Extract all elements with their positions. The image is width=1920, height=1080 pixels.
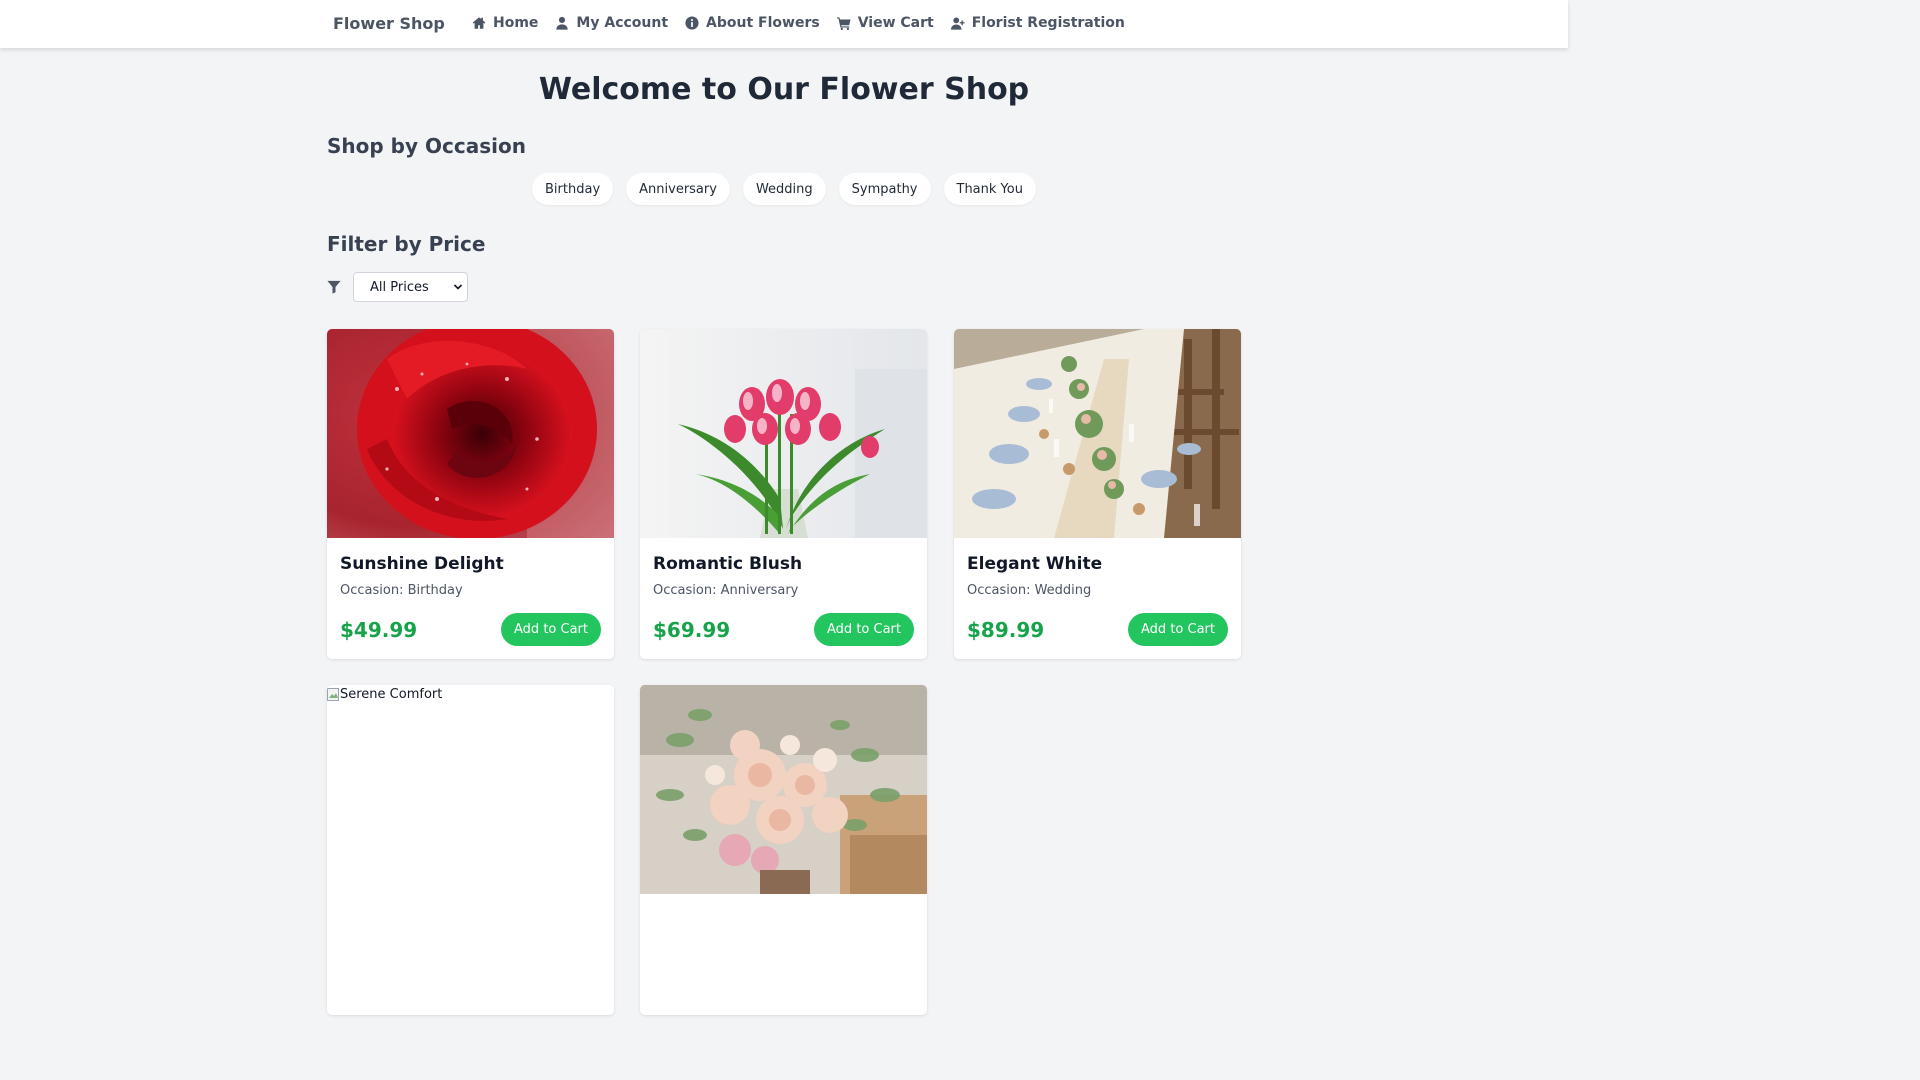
product-image-broken[interactable]: Serene Comfort — [327, 685, 614, 894]
nav-links: Home My Account About Flowers View Cart … — [472, 15, 1125, 31]
page-title: Welcome to Our Flower Shop — [538, 72, 1030, 107]
product-image-red-rose[interactable] — [327, 329, 614, 538]
product-price: $49.99 — [340, 618, 418, 642]
product-card — [640, 685, 927, 1015]
user-icon — [556, 16, 569, 30]
product-price: $89.99 — [967, 618, 1045, 642]
occasion-sympathy-button[interactable]: Sympathy — [838, 173, 931, 205]
product-name: Elegant White — [967, 554, 1103, 574]
cart-icon — [836, 17, 851, 30]
nav-home-link[interactable]: Home — [472, 15, 538, 31]
product-occasion: Occasion: Wedding — [967, 583, 1092, 598]
price-filter-title: Filter by Price — [327, 232, 486, 256]
product-name: Romantic Blush — [653, 554, 803, 574]
user-plus-icon — [950, 17, 965, 30]
product-card: Serene Comfort — [327, 685, 614, 1015]
product-card: Elegant White Occasion: Wedding $89.99 A… — [954, 329, 1241, 659]
price-filter-select[interactable]: All Prices — [353, 272, 468, 302]
product-occasion: Occasion: Birthday — [340, 583, 463, 598]
product-name: Sunshine Delight — [340, 554, 504, 574]
peach-bouquet-photo — [640, 685, 927, 894]
product-card: Sunshine Delight Occasion: Birthday $49.… — [327, 329, 614, 659]
nav-florist-registration-label: Florist Registration — [971, 15, 1125, 31]
broken-image-alt-text: Serene Comfort — [340, 687, 443, 702]
product-occasion: Occasion: Anniversary — [653, 583, 799, 598]
wedding-table-photo — [954, 329, 1241, 538]
product-image-pink-tulips[interactable] — [640, 329, 927, 538]
product-image-wedding-table[interactable] — [954, 329, 1241, 538]
nav-about-label: About Flowers — [706, 15, 820, 31]
occasion-thank-you-button[interactable]: Thank You — [943, 173, 1036, 205]
nav-about-link[interactable]: About Flowers — [685, 15, 820, 31]
nav-home-label: Home — [493, 15, 539, 31]
brand-logo[interactable]: Flower Shop — [333, 14, 445, 33]
nav-cart-label: View Cart — [857, 15, 934, 31]
red-rose-photo — [327, 329, 614, 538]
occasion-filter-list: Birthday Anniversary Wedding Sympathy Th… — [0, 173, 1568, 205]
broken-image-icon — [327, 687, 339, 701]
navbar: Flower Shop Home My Account About Flower… — [0, 0, 1568, 48]
info-icon — [685, 16, 699, 30]
occasion-anniversary-button[interactable]: Anniversary — [626, 173, 730, 205]
occasion-birthday-button[interactable]: Birthday — [532, 173, 614, 205]
occasion-wedding-button[interactable]: Wedding — [742, 173, 826, 205]
add-to-cart-button[interactable]: Add to Cart — [1128, 613, 1228, 646]
price-filter-selected-value: All Prices — [370, 279, 429, 295]
product-image-peach-bouquet[interactable] — [640, 685, 927, 894]
product-price: $69.99 — [653, 618, 731, 642]
nav-account-link[interactable]: My Account — [555, 15, 668, 31]
home-icon — [472, 17, 486, 29]
pink-tulips-photo — [640, 329, 927, 538]
nav-account-label: My Account — [576, 15, 669, 31]
chevron-down-icon — [453, 284, 463, 290]
filter-icon — [327, 280, 341, 294]
product-card: Romantic Blush Occasion: Anniversary $69… — [640, 329, 927, 659]
occasion-section-title: Shop by Occasion — [327, 134, 526, 158]
add-to-cart-button[interactable]: Add to Cart — [814, 613, 914, 646]
broken-image: Serene Comfort — [327, 687, 442, 702]
nav-florist-registration-link[interactable]: Florist Registration — [950, 15, 1125, 31]
nav-cart-link[interactable]: View Cart — [836, 15, 934, 31]
add-to-cart-button[interactable]: Add to Cart — [501, 613, 601, 646]
